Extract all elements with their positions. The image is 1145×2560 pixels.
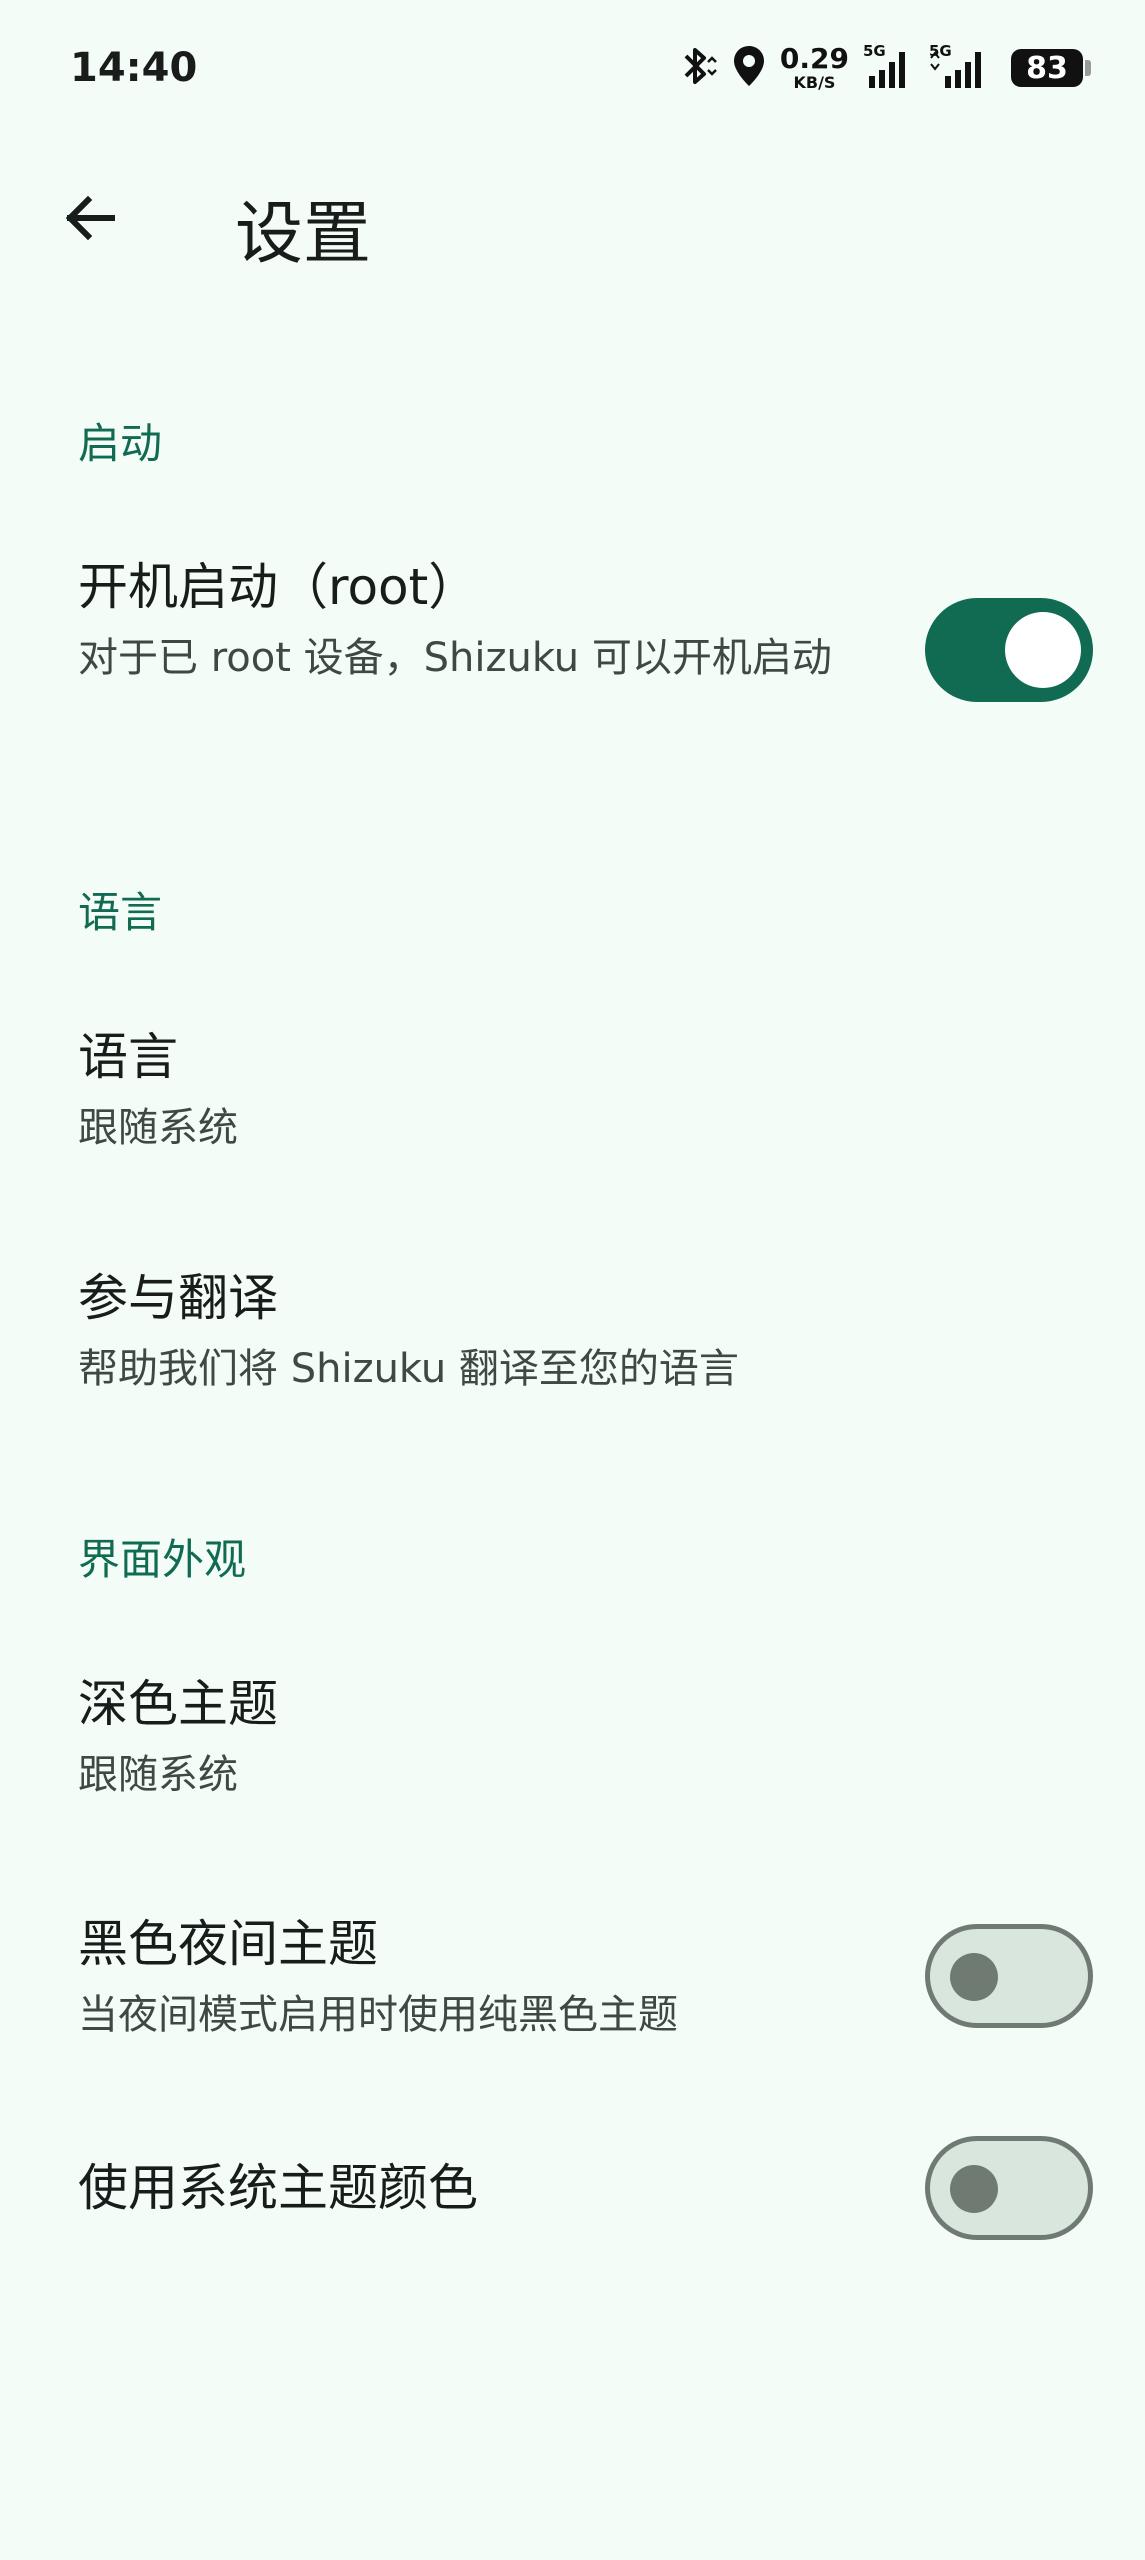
pref-translate[interactable]: 参与翻译 帮助我们将 Shizuku 翻译至您的语言 <box>0 1246 1145 1426</box>
status-icons: 0.29 KB/S 5G 5G 83 <box>678 40 1091 96</box>
section-header-appearance: 界面外观 <box>78 1535 247 1584</box>
pref-dark-theme-title: 深色主题 <box>78 1675 278 1733</box>
black-night-theme-switch[interactable] <box>925 1924 1093 2028</box>
pref-dark-theme-summary: 跟随系统 <box>78 1752 238 1798</box>
battery-icon: 83 <box>1011 49 1091 87</box>
pref-system-theme-color[interactable]: 使用系统主题颜色 <box>0 2130 1145 2250</box>
pref-translate-title: 参与翻译 <box>78 1269 278 1327</box>
pref-black-night-theme[interactable]: 黑色夜间主题 当夜间模式启用时使用纯黑色主题 <box>0 1892 1145 2072</box>
location-icon <box>732 44 766 92</box>
system-theme-color-switch[interactable] <box>925 2136 1093 2240</box>
pref-black-night-theme-title: 黑色夜间主题 <box>78 1915 378 1973</box>
arrow-back-icon <box>60 188 120 252</box>
network-speed-unit: KB/S <box>793 73 836 92</box>
signal-icon: 5G <box>863 42 915 90</box>
network-speed: 0.29 KB/S <box>780 45 849 91</box>
pref-dark-theme[interactable]: 深色主题 跟随系统 <box>0 1652 1145 1832</box>
pref-language[interactable]: 语言 跟随系统 <box>0 1005 1145 1185</box>
pref-boot-start[interactable]: 开机启动（root） 对于已 root 设备，Shizuku 可以开机启动 <box>0 535 1145 775</box>
boot-start-switch[interactable] <box>925 598 1093 702</box>
switch-thumb <box>1005 612 1081 688</box>
switch-thumb <box>950 2165 998 2213</box>
section-header-language: 语言 <box>78 888 163 937</box>
section-header-startup: 启动 <box>78 419 163 468</box>
signal-icon: 5G <box>929 42 991 90</box>
network-speed-value: 0.29 <box>779 42 849 75</box>
status-time: 14:40 <box>70 45 198 91</box>
pref-language-title: 语言 <box>78 1028 178 1086</box>
bluetooth-icon <box>678 44 718 92</box>
signal-5g-label: 5G <box>863 42 886 60</box>
pref-boot-start-summary: 对于已 root 设备，Shizuku 可以开机启动 <box>78 635 832 681</box>
pref-translate-summary: 帮助我们将 Shizuku 翻译至您的语言 <box>78 1346 739 1392</box>
pref-boot-start-title: 开机启动（root） <box>78 558 479 616</box>
back-button[interactable] <box>50 180 130 260</box>
switch-thumb <box>950 1953 998 2001</box>
pref-language-summary: 跟随系统 <box>78 1105 238 1151</box>
pref-system-theme-color-title: 使用系统主题颜色 <box>78 2159 478 2217</box>
pref-black-night-theme-summary: 当夜间模式启用时使用纯黑色主题 <box>78 1992 678 2038</box>
page-title: 设置 <box>235 195 372 274</box>
signal-5g-label: 5G <box>929 42 952 60</box>
